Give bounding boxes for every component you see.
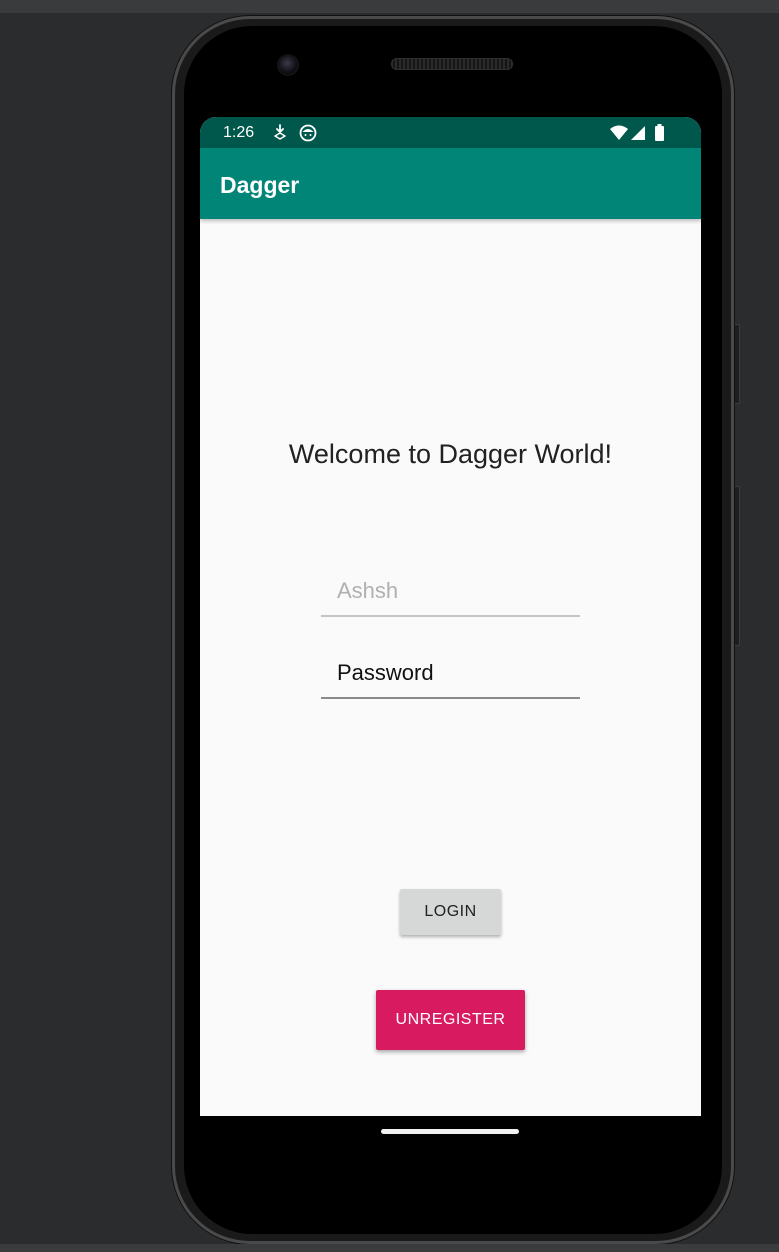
front-camera-icon: [279, 56, 297, 74]
window-top-bar: [0, 0, 779, 13]
device-screen: 1:26 Dagger Welcome to Dagger World! Ash…: [200, 117, 701, 1116]
password-input[interactable]: [321, 651, 580, 695]
username-field: [321, 569, 580, 617]
status-time: 1:26: [223, 124, 255, 141]
battery-icon: [654, 123, 666, 143]
window-bottom-bar: [0, 1244, 779, 1252]
password-field: [321, 651, 580, 699]
welcome-heading: Welcome to Dagger World!: [288, 439, 613, 469]
download-notification-icon: [272, 123, 290, 143]
speaker-grille: [391, 58, 513, 70]
home-gesture-handle[interactable]: [381, 1129, 519, 1134]
username-input[interactable]: [321, 569, 580, 613]
volume-button[interactable]: [733, 486, 740, 646]
login-button[interactable]: LOGIN: [400, 889, 501, 935]
unregister-button[interactable]: UNREGISTER: [376, 990, 525, 1050]
app-title: Dagger: [220, 172, 300, 198]
app-toolbar: Dagger: [200, 148, 701, 219]
android-notification-icon: [299, 123, 317, 143]
wifi-icon: [609, 123, 629, 143]
status-bar: 1:26: [200, 117, 701, 148]
power-button[interactable]: [733, 324, 740, 404]
cell-signal-icon: [630, 123, 647, 143]
